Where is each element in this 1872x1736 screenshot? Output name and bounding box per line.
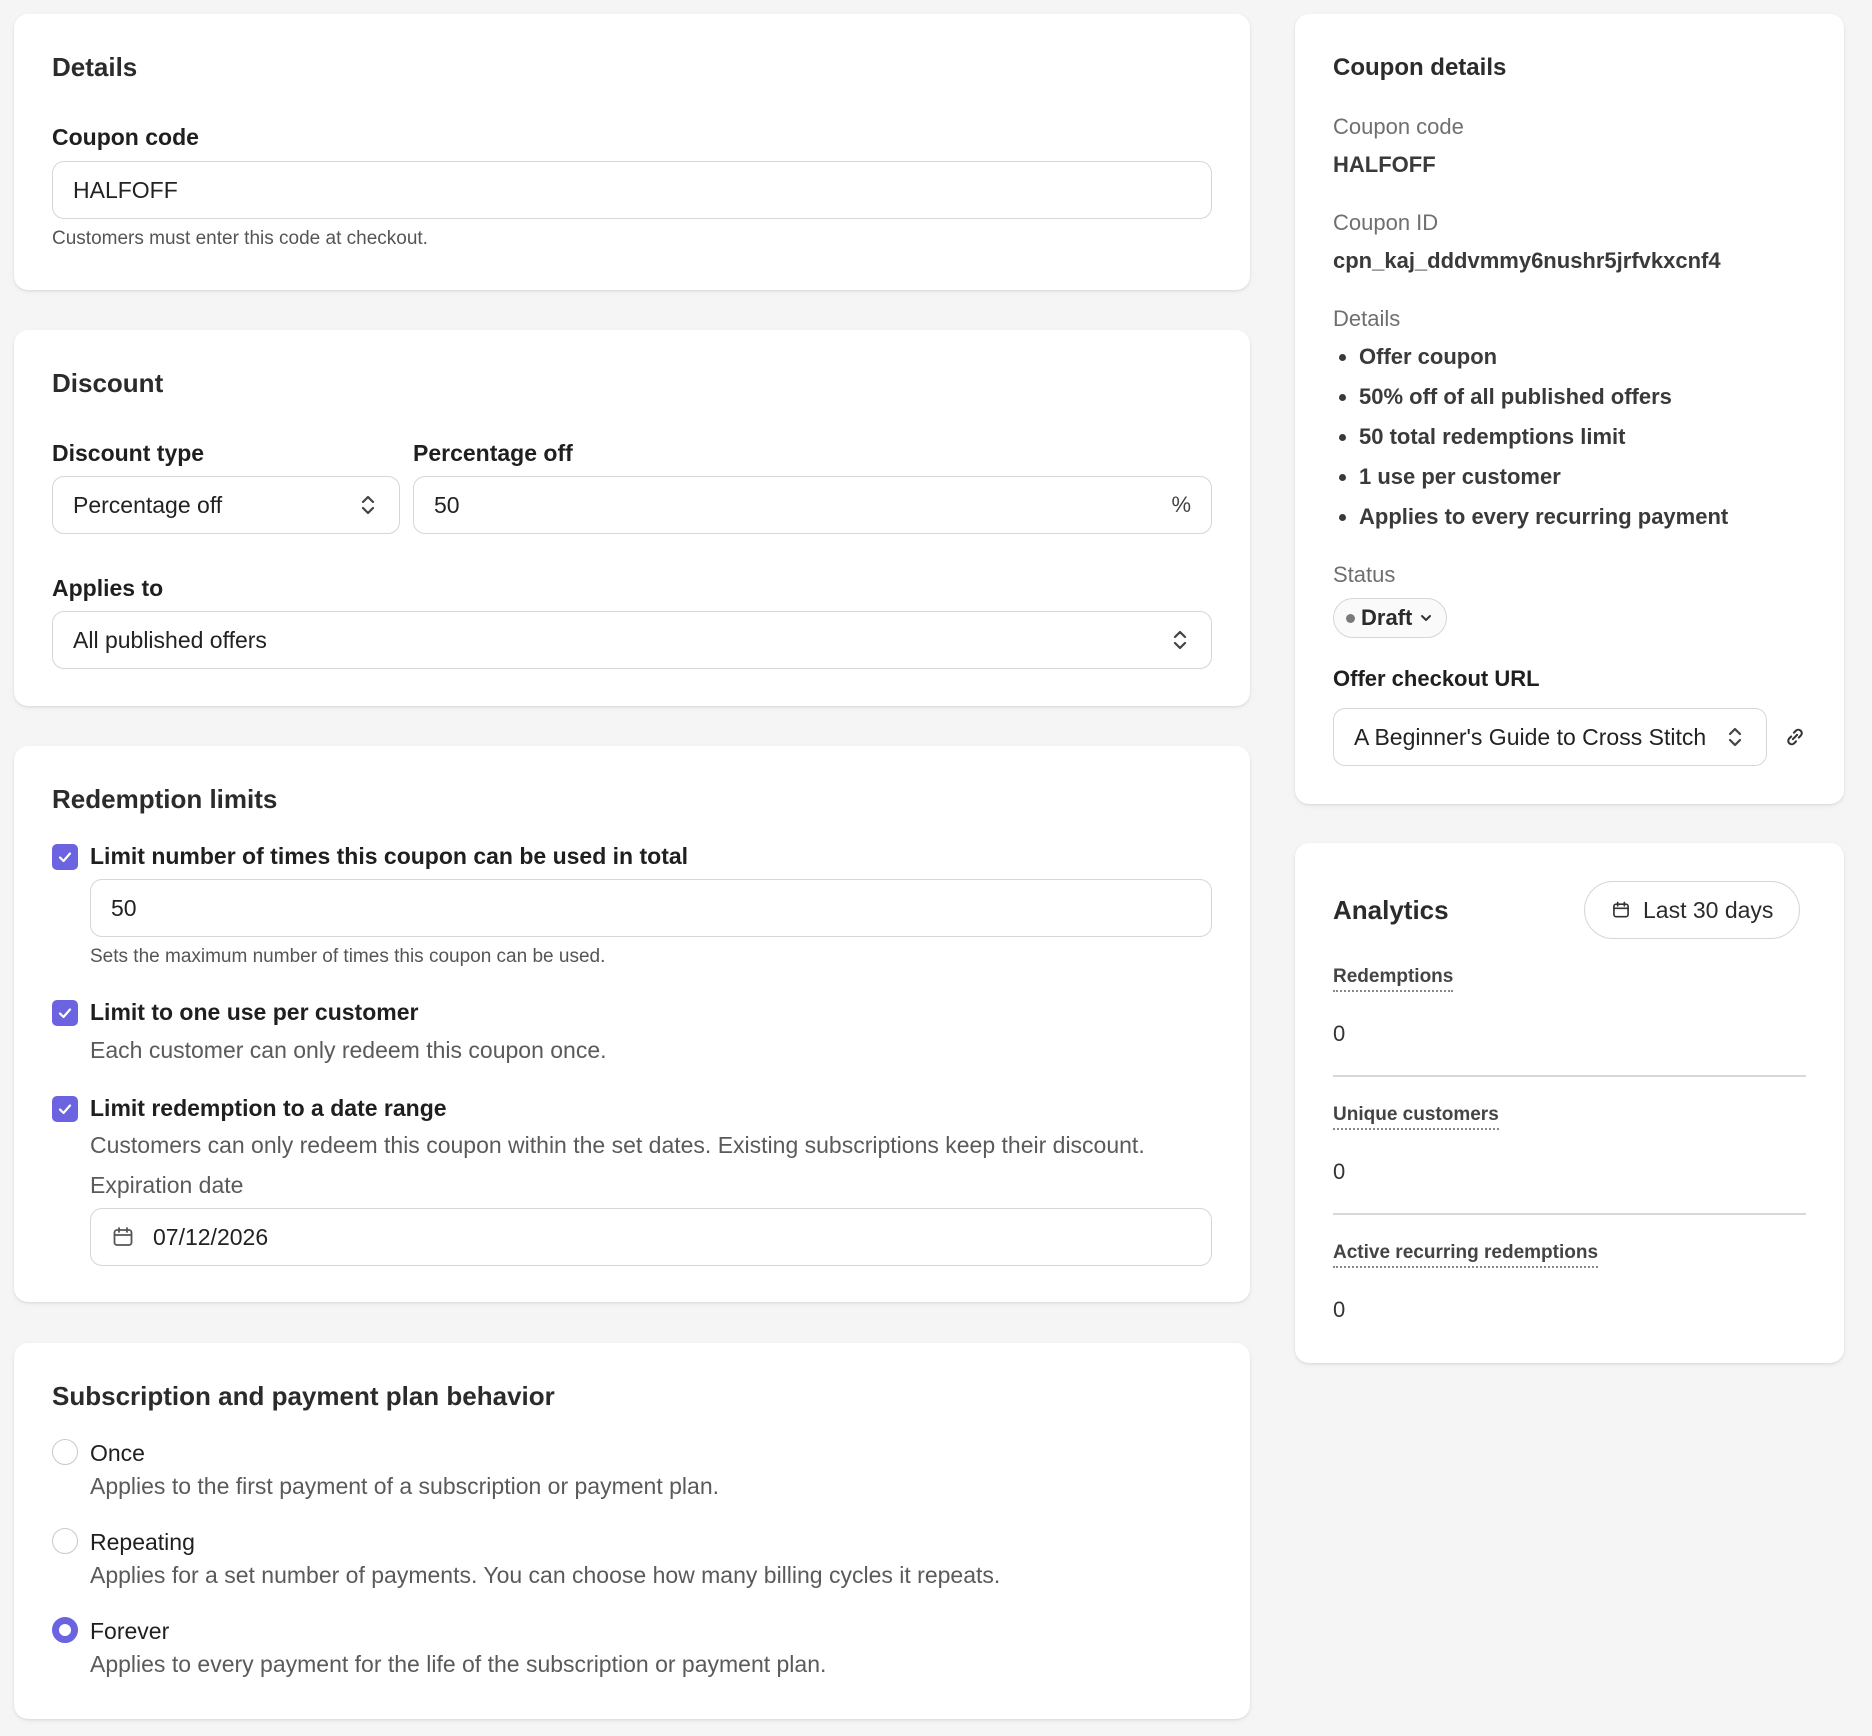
coupon-code-help: Customers must enter this code at checko…: [52, 228, 428, 249]
calendar-icon: [1611, 900, 1631, 920]
percentage-off-value: 50: [434, 491, 460, 518]
discount-title: Discount: [52, 368, 164, 398]
checkout-url-label: Offer checkout URL: [1333, 666, 1540, 691]
coupon-code-value: HALFOFF: [73, 176, 178, 203]
percentage-off-label: Percentage off: [413, 440, 573, 466]
active-recurring-metric-label: Active recurring redemptions: [1333, 1242, 1599, 1268]
check-icon: [58, 852, 72, 863]
checkout-url-value: A Beginner's Guide to Cross Stitch: [1354, 723, 1707, 750]
summary-details-label: Details: [1333, 306, 1401, 331]
applies-to-value: All published offers: [73, 626, 267, 653]
radio-once[interactable]: [52, 1439, 78, 1465]
updown-chevron-icon: [357, 491, 379, 519]
total-limit-input[interactable]: 50: [90, 879, 1212, 937]
check-icon: [58, 1008, 72, 1019]
coupon-id-label: Coupon ID: [1333, 210, 1439, 235]
list-item: Offer coupon: [1359, 337, 1728, 377]
link-icon[interactable]: [1780, 722, 1810, 752]
summary-coupon-code-label: Coupon code: [1333, 114, 1464, 139]
summary-details-list: Offer coupon 50% off of all published of…: [1333, 337, 1728, 537]
total-limit-checkbox[interactable]: [52, 844, 78, 870]
redemption-limits-card: Redemption limits Limit number of times …: [14, 746, 1250, 1302]
option-forever-desc: Applies to every payment for the life of…: [90, 1651, 827, 1677]
coupon-code-input[interactable]: HALFOFF: [52, 161, 1212, 219]
radio-repeating[interactable]: [52, 1528, 78, 1554]
subscription-behavior-title: Subscription and payment plan behavior: [52, 1381, 555, 1411]
chevron-down-icon: [1418, 610, 1434, 626]
subscription-behavior-card: Subscription and payment plan behavior O…: [14, 1343, 1250, 1719]
updown-chevron-icon: [1169, 626, 1191, 654]
redemption-limits-title: Redemption limits: [52, 784, 278, 814]
coupon-id-value: cpn_kaj_dddvmmy6nushr5jrfvkxcnf4: [1333, 248, 1721, 273]
status-label: Status: [1333, 562, 1396, 587]
coupon-details-card: Coupon details Coupon code HALFOFF Coupo…: [1295, 14, 1844, 804]
checkout-url-select[interactable]: A Beginner's Guide to Cross Stitch: [1333, 708, 1767, 766]
active-recurring-metric-value: 0: [1333, 1297, 1346, 1322]
redemptions-metric-label: Redemptions: [1333, 966, 1454, 992]
list-item: Applies to every recurring payment: [1359, 497, 1728, 537]
applies-to-label: Applies to: [52, 575, 164, 601]
status-dot: [1346, 613, 1355, 623]
applies-to-select[interactable]: All published offers: [52, 611, 1212, 669]
expiration-date-value: 07/12/2026: [153, 1223, 269, 1250]
discount-card: Discount Discount type Percentage off Pe…: [14, 330, 1250, 706]
option-repeating-label: Repeating: [90, 1529, 195, 1555]
date-range-label: Limit redemption to a date range: [90, 1095, 447, 1121]
page: Details Coupon code HALFOFF Customers mu…: [0, 0, 1872, 1736]
date-range-button[interactable]: Last 30 days: [1584, 881, 1801, 939]
list-item: 50 total redemptions limit: [1359, 417, 1728, 457]
coupon-code-label: Coupon code: [52, 124, 199, 150]
analytics-card: Analytics Last 30 days Redemptions 0 Uni…: [1295, 843, 1844, 1363]
details-card: Details Coupon code HALFOFF Customers mu…: [14, 14, 1250, 290]
per-customer-checkbox[interactable]: [52, 1000, 78, 1026]
unique-customers-metric-value: 0: [1333, 1159, 1346, 1184]
total-limit-help: Sets the maximum number of times this co…: [90, 946, 606, 967]
per-customer-label: Limit to one use per customer: [90, 999, 419, 1025]
details-title: Details: [52, 52, 138, 82]
redemptions-metric-value: 0: [1333, 1021, 1346, 1046]
status-value: Draft: [1361, 605, 1413, 630]
updown-chevron-icon: [1724, 723, 1746, 751]
option-once-label: Once: [90, 1440, 145, 1466]
list-item: 1 use per customer: [1359, 457, 1728, 497]
date-range-desc: Customers can only redeem this coupon wi…: [90, 1132, 1145, 1158]
check-icon: [58, 1104, 72, 1115]
coupon-details-title: Coupon details: [1333, 54, 1507, 81]
option-forever-label: Forever: [90, 1618, 170, 1644]
discount-type-label: Discount type: [52, 440, 205, 466]
radio-forever[interactable]: [52, 1617, 78, 1643]
percentage-off-input[interactable]: 50 %: [413, 476, 1212, 534]
option-once-desc: Applies to the first payment of a subscr…: [90, 1473, 719, 1499]
discount-type-value: Percentage off: [73, 491, 223, 518]
total-limit-label: Limit number of times this coupon can be…: [90, 843, 689, 869]
date-range-checkbox[interactable]: [52, 1096, 78, 1122]
metric-divider: [1333, 1075, 1806, 1077]
summary-coupon-code-value: HALFOFF: [1333, 152, 1436, 177]
per-customer-desc: Each customer can only redeem this coupo…: [90, 1037, 607, 1063]
total-limit-value: 50: [111, 894, 137, 921]
expiration-date-input[interactable]: 07/12/2026: [90, 1208, 1212, 1266]
list-item: 50% off of all published offers: [1359, 377, 1728, 417]
discount-type-select[interactable]: Percentage off: [52, 476, 400, 534]
expiration-date-label: Expiration date: [90, 1172, 244, 1198]
unique-customers-metric-label: Unique customers: [1333, 1104, 1499, 1130]
status-dropdown[interactable]: Draft: [1333, 598, 1448, 638]
analytics-title: Analytics: [1333, 895, 1449, 925]
percent-suffix: %: [1171, 492, 1191, 517]
date-range-label: Last 30 days: [1643, 896, 1774, 923]
option-repeating-desc: Applies for a set number of payments. Yo…: [90, 1562, 1001, 1588]
calendar-icon: [111, 1225, 135, 1249]
metric-divider: [1333, 1213, 1806, 1215]
